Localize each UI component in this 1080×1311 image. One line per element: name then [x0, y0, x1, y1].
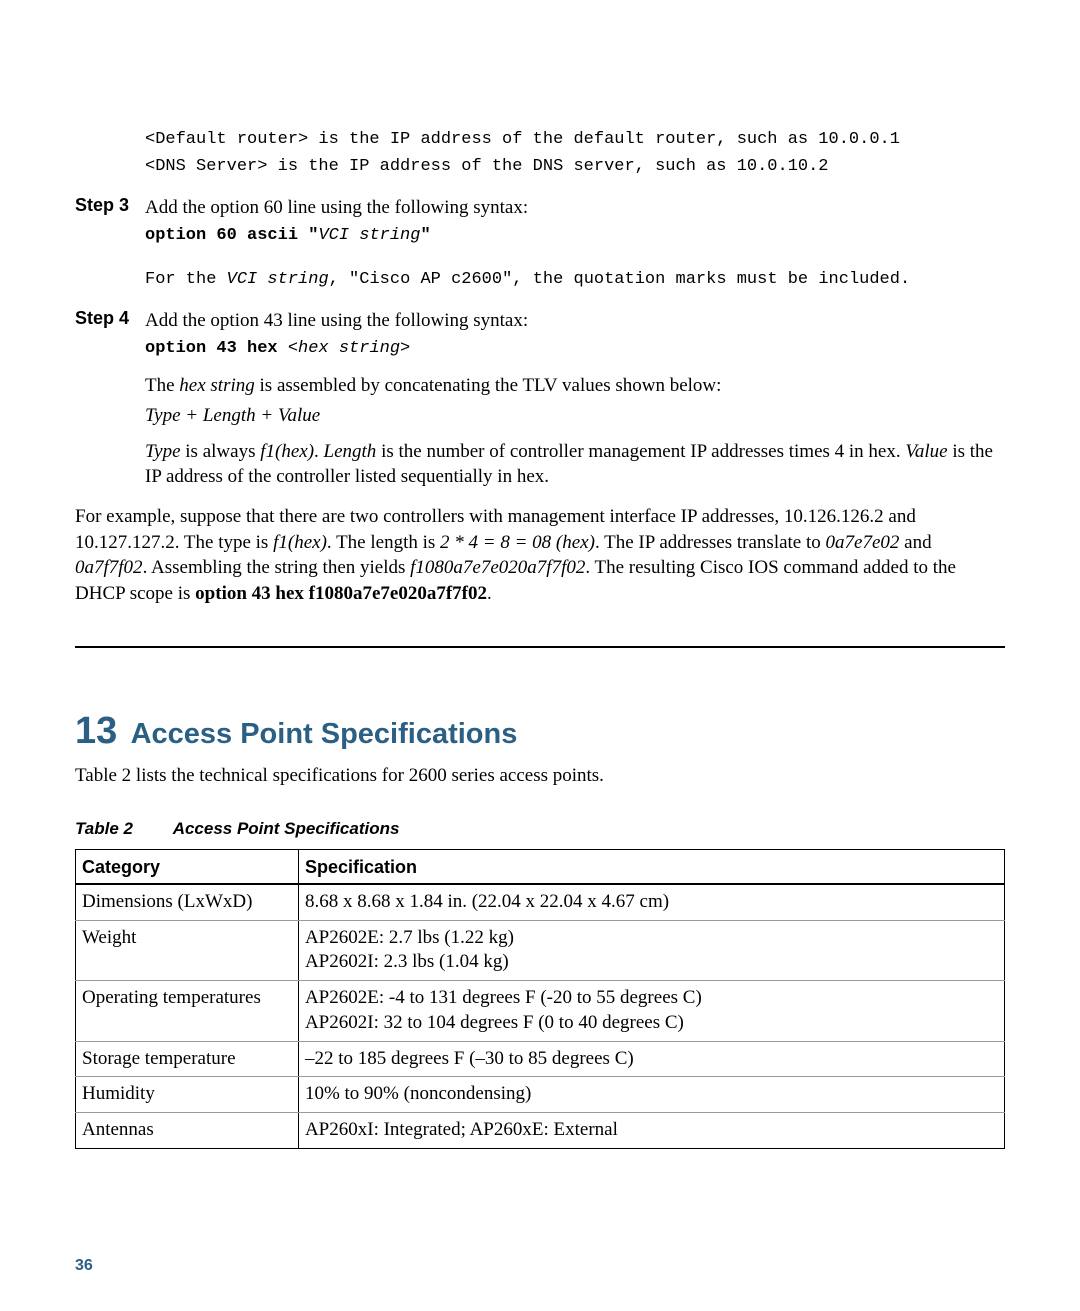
text-italic: f1(hex) — [260, 441, 314, 462]
table-row: Storage temperature –22 to 185 degrees F… — [76, 1041, 1005, 1077]
table-cell-category: Humidity — [76, 1077, 299, 1113]
step-4: Step 4 Add the option 43 line using the … — [75, 308, 1005, 334]
table-caption: Table 2 Access Point Specifications — [75, 819, 1005, 839]
table-cell-category: Operating temperatures — [76, 981, 299, 1041]
table-cell-spec: AP260xI: Integrated; AP260xE: External — [298, 1112, 1004, 1148]
text-italic: 0a7e7e02 — [826, 532, 900, 553]
section-number: 13 — [75, 710, 117, 752]
table-cell-spec: AP2602E: 2.7 lbs (1.22 kg)AP2602I: 2.3 l… — [298, 920, 1004, 980]
table-cell-spec: AP2602E: -4 to 131 degrees F (-20 to 55 … — [298, 981, 1004, 1041]
text: . — [487, 583, 492, 604]
text-italic: f1(hex) — [273, 532, 327, 553]
table-cell-spec: 10% to 90% (noncondensing) — [298, 1077, 1004, 1113]
step-4-command: option 43 hex <hex string> — [145, 338, 1005, 361]
example-paragraph: For example, suppose that there are two … — [75, 504, 1005, 607]
cmd-suffix: " — [420, 226, 430, 245]
table-cell-category: Antennas — [76, 1112, 299, 1148]
intro-code-block: <Default router> is the IP address of th… — [145, 129, 1005, 179]
section-heading: 13 Access Point Specifications — [75, 710, 1005, 753]
table-row: Humidity 10% to 90% (noncondensing) — [76, 1077, 1005, 1113]
note-var: VCI string — [227, 270, 329, 289]
text-italic: f1080a7e7e020a7f7f02 — [410, 557, 585, 578]
text-italic: Length — [324, 441, 377, 462]
table-cell-spec: 8.68 x 8.68 x 1.84 in. (22.04 x 22.04 x … — [298, 884, 1004, 920]
text-italic: hex string — [179, 375, 254, 396]
table-header: Specification — [298, 850, 1004, 885]
section-lead: Table 2 lists the technical specificatio… — [75, 763, 1005, 789]
table-row: Weight AP2602E: 2.7 lbs (1.22 kg)AP2602I… — [76, 920, 1005, 980]
step-text: Add the option 60 line using the followi… — [145, 197, 528, 218]
tlv-line: Type + Length + Value — [145, 405, 1005, 427]
step-3: Step 3 Add the option 60 line using the … — [75, 195, 1005, 221]
text: is always — [181, 441, 261, 462]
cmd-prefix: option 43 hex — [145, 339, 288, 358]
step-body: Add the option 43 line using the followi… — [145, 308, 1005, 334]
text-bold: option 43 hex f1080a7e7e020a7f7f02 — [195, 583, 487, 604]
table-row: Dimensions (LxWxD) 8.68 x 8.68 x 1.84 in… — [76, 884, 1005, 920]
text: . — [314, 441, 324, 462]
table-header: Category — [76, 850, 299, 885]
step-4-p1: The hex string is assembled by concatena… — [145, 373, 1005, 399]
step-label: Step 4 — [75, 308, 145, 329]
section-title: Access Point Specifications — [131, 718, 518, 750]
table-caption-title: Access Point Specifications — [173, 819, 400, 839]
table-cell-category: Weight — [76, 920, 299, 980]
text: is assembled by concatenating the TLV va… — [255, 375, 722, 396]
table-row: Antennas AP260xI: Integrated; AP260xE: E… — [76, 1112, 1005, 1148]
step-3-command: option 60 ascii "VCI string" — [145, 225, 1005, 248]
table-caption-label: Table 2 — [75, 819, 133, 839]
table-cell-category: Storage temperature — [76, 1041, 299, 1077]
cmd-prefix: option 60 ascii " — [145, 226, 318, 245]
table-header-row: Category Specification — [76, 850, 1005, 885]
text: . The length is — [327, 532, 440, 553]
table-row: Operating temperatures AP2602E: -4 to 13… — [76, 981, 1005, 1041]
cmd-var: VCI string — [318, 226, 420, 245]
page-number: 36 — [75, 1257, 93, 1275]
cmd-var: <hex string> — [288, 339, 410, 358]
section-divider — [75, 646, 1005, 648]
text-italic: Value — [905, 441, 947, 462]
text: . The IP addresses translate to — [595, 532, 826, 553]
text: . Assembling the string then yields — [143, 557, 411, 578]
text-italic: Type — [145, 441, 181, 462]
text-italic: 0a7f7f02 — [75, 557, 143, 578]
note-prefix: For the — [145, 270, 227, 289]
text: is the number of controller management I… — [376, 441, 905, 462]
step-4-p2: Type is always f1(hex). Length is the nu… — [145, 439, 1005, 490]
step-text: Add the option 43 line using the followi… — [145, 310, 528, 331]
note-suffix: , "Cisco AP c2600", the quotation marks … — [329, 270, 911, 289]
text: The — [145, 375, 179, 396]
page: <Default router> is the IP address of th… — [0, 0, 1080, 1311]
text-italic: 2 * 4 = 8 = 08 (hex) — [440, 532, 595, 553]
text: and — [899, 532, 931, 553]
table-cell-spec: –22 to 185 degrees F (–30 to 85 degrees … — [298, 1041, 1004, 1077]
table-cell-category: Dimensions (LxWxD) — [76, 884, 299, 920]
step-3-note: For the VCI string, "Cisco AP c2600", th… — [145, 269, 1005, 292]
step-body: Add the option 60 line using the followi… — [145, 195, 1005, 221]
code-line: <Default router> is the IP address of th… — [145, 129, 1005, 152]
code-line: <DNS Server> is the IP address of the DN… — [145, 156, 1005, 179]
spec-table: Category Specification Dimensions (LxWxD… — [75, 849, 1005, 1149]
step-label: Step 3 — [75, 195, 145, 216]
